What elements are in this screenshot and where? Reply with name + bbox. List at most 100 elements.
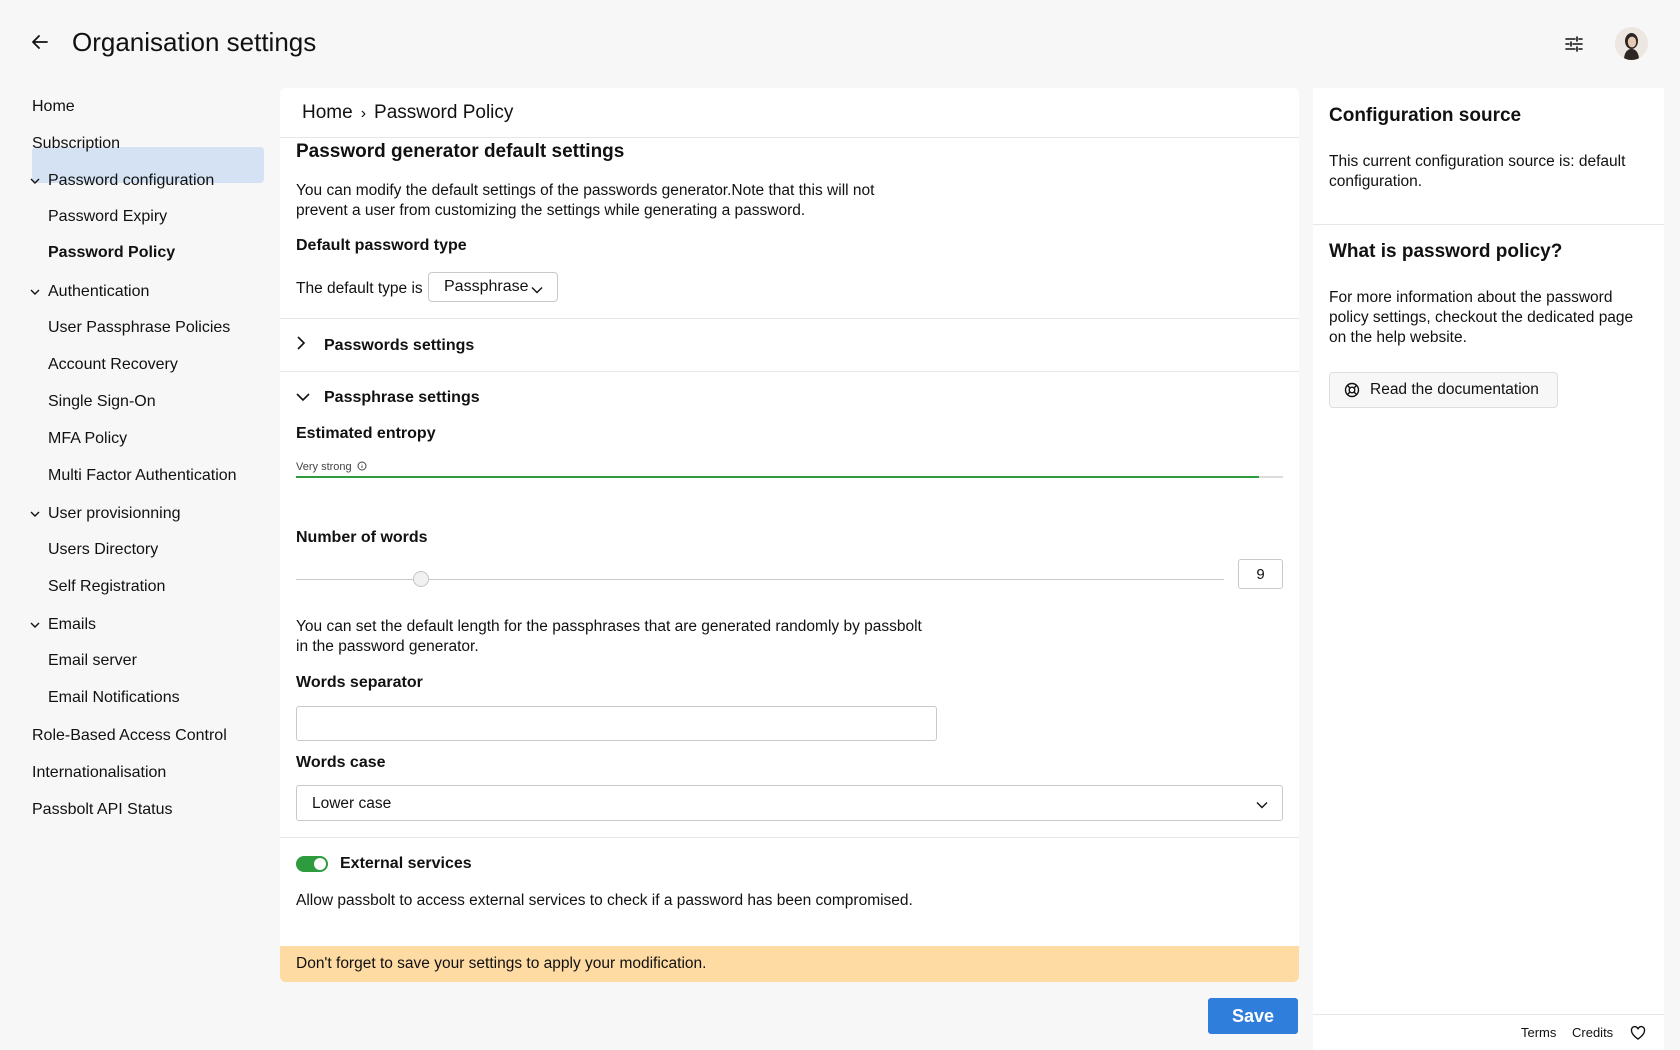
sidebar-item-label: Email server xyxy=(48,652,137,669)
section-title: Password generator default settings xyxy=(296,141,625,162)
sidebar-item-label: Home xyxy=(32,98,75,115)
unsaved-warning: Don't forget to save your settings to ap… xyxy=(280,946,1299,982)
sidebar-item-single-sign-on[interactable]: Single Sign-On xyxy=(48,393,156,411)
breadcrumb: Home › Password Policy xyxy=(302,102,513,124)
sidebar-item-email-notifications[interactable]: Email Notifications xyxy=(48,689,180,707)
external-services-label: External services xyxy=(340,855,472,872)
sidebar-item-emails[interactable]: Emails xyxy=(30,616,96,634)
entropy-strength: Very strong xyxy=(296,461,367,474)
words-case-select[interactable]: Lower case xyxy=(296,785,1283,821)
sidebar-item-label: Subscription xyxy=(32,135,121,152)
life-buoy-icon xyxy=(1344,382,1360,403)
header: Organisation settings xyxy=(0,0,1680,88)
number-of-words-input[interactable]: 9 xyxy=(1238,559,1283,589)
chevron-right-icon xyxy=(296,336,324,355)
chevron-down-icon xyxy=(296,389,324,407)
sidebar-item-home[interactable]: Home xyxy=(32,98,75,116)
sidebar-item-label: Password Policy xyxy=(48,244,176,261)
sidebar-item-internationalisation[interactable]: Internationalisation xyxy=(32,764,166,782)
sidebar-item-label: Email Notifications xyxy=(48,689,180,706)
sliders-icon[interactable] xyxy=(1562,32,1586,56)
words-separator-input[interactable] xyxy=(296,706,937,741)
sidebar-item-password-policy[interactable]: Password Policy xyxy=(48,244,175,262)
sidebar-item-label: Emails xyxy=(48,616,97,633)
sidebar-item-label: Authentication xyxy=(48,283,150,300)
words-help-line1: You can set the default length for the p… xyxy=(296,618,922,635)
page-title: Organisation settings xyxy=(72,27,317,57)
divider xyxy=(280,371,1299,372)
sidebar-item-subscription[interactable]: Subscription xyxy=(32,135,120,153)
sidebar-item-label: Passbolt API Status xyxy=(32,801,173,818)
intro-text-line2: prevent a user from customizing the sett… xyxy=(296,202,806,219)
save-button[interactable]: Save xyxy=(1208,998,1298,1034)
heart-icon[interactable] xyxy=(1630,1025,1646,1041)
policy-help-title: What is password policy? xyxy=(1329,241,1563,262)
config-source-title: Configuration source xyxy=(1329,105,1522,126)
info-icon[interactable] xyxy=(357,461,367,474)
entropy-strength-text: Very strong xyxy=(296,461,352,473)
breadcrumb-separator: › xyxy=(360,105,367,122)
external-services-toggle[interactable] xyxy=(296,856,328,872)
sidebar-item-rbac[interactable]: Role-Based Access Control xyxy=(32,727,227,745)
read-documentation-button[interactable]: Read the documentation xyxy=(1329,372,1558,408)
slider-thumb[interactable] xyxy=(413,571,430,587)
sidebar-item-label: Password configuration xyxy=(48,172,215,189)
divider xyxy=(280,318,1299,319)
sidebar-item-password-expiry[interactable]: Password Expiry xyxy=(48,208,167,226)
chevron-down-icon xyxy=(30,616,44,634)
default-type-select[interactable]: Passphrase xyxy=(428,272,558,302)
divider xyxy=(1313,224,1664,225)
words-case-value: Lower case xyxy=(312,795,392,812)
intro-text-line1: You can modify the default settings of t… xyxy=(296,182,875,199)
sidebar-item-password-configuration[interactable]: Password configuration xyxy=(30,172,214,190)
policy-help-text: For more information about the password … xyxy=(1329,289,1634,346)
words-case-label: Words case xyxy=(296,754,386,771)
number-of-words-slider[interactable] xyxy=(296,571,1224,587)
sidebar-item-user-passphrase-policies[interactable]: User Passphrase Policies xyxy=(48,319,230,337)
breadcrumb-current: Password Policy xyxy=(374,102,514,123)
passwords-settings-toggle[interactable]: Passwords settings xyxy=(296,336,474,355)
read-documentation-label: Read the documentation xyxy=(1370,381,1539,398)
sidebar-item-label: User Passphrase Policies xyxy=(48,319,231,336)
sidebar-item-self-registration[interactable]: Self Registration xyxy=(48,578,165,596)
sidebar-item-label: Internationalisation xyxy=(32,764,167,781)
sidebar-item-email-server[interactable]: Email server xyxy=(48,652,137,670)
chevron-down-icon xyxy=(30,172,44,190)
sidebar-item-api-status[interactable]: Passbolt API Status xyxy=(32,801,173,819)
default-type-value: Passphrase xyxy=(444,278,529,295)
divider xyxy=(280,137,1299,138)
arrow-left-icon[interactable] xyxy=(28,30,52,54)
sidebar-item-label: Account Recovery xyxy=(48,356,178,373)
sidebar-item-label: Multi Factor Authentication xyxy=(48,467,237,484)
passwords-settings-label: Passwords settings xyxy=(324,337,475,354)
chevron-down-icon xyxy=(1256,796,1268,814)
sidebar-item-mfa-policy[interactable]: MFA Policy xyxy=(48,430,127,448)
entropy-bar xyxy=(296,476,1283,478)
avatar[interactable] xyxy=(1615,27,1648,60)
default-type-prefix: The default type is xyxy=(296,280,423,297)
passphrase-settings-toggle[interactable]: Passphrase settings xyxy=(296,389,480,407)
credits-link[interactable]: Credits xyxy=(1572,1025,1613,1040)
divider xyxy=(1313,1014,1664,1015)
config-source-text: This current configuration source is: de… xyxy=(1329,153,1626,190)
breadcrumb-home[interactable]: Home xyxy=(302,102,353,123)
terms-link[interactable]: Terms xyxy=(1521,1025,1556,1040)
sidebar-item-label: Users Directory xyxy=(48,541,159,558)
sidebar-item-multi-factor-authentication[interactable]: Multi Factor Authentication xyxy=(48,467,237,485)
sidebar-item-label: User provisionning xyxy=(48,505,181,522)
chevron-down-icon xyxy=(30,505,44,523)
sidebar-item-user-provisionning[interactable]: User provisionning xyxy=(30,505,181,523)
main-panel: Home › Password Policy Password generator … xyxy=(280,88,1299,982)
chevron-down-icon xyxy=(531,281,543,299)
words-separator-label: Words separator xyxy=(296,674,423,691)
sidebar-item-label: Single Sign-On xyxy=(48,393,156,410)
number-of-words-label: Number of words xyxy=(296,529,428,546)
sidebar-item-account-recovery[interactable]: Account Recovery xyxy=(48,356,178,374)
toggle-knob xyxy=(314,858,326,870)
sidebar-item-label: Role-Based Access Control xyxy=(32,727,227,744)
default-type-label: Default password type xyxy=(296,237,467,254)
sidebar-item-authentication[interactable]: Authentication xyxy=(30,283,149,301)
external-services-help: Allow passbolt to access external servic… xyxy=(296,892,913,909)
sidebar-item-users-directory[interactable]: Users Directory xyxy=(48,541,158,559)
sidebar-item-label: MFA Policy xyxy=(48,430,128,447)
